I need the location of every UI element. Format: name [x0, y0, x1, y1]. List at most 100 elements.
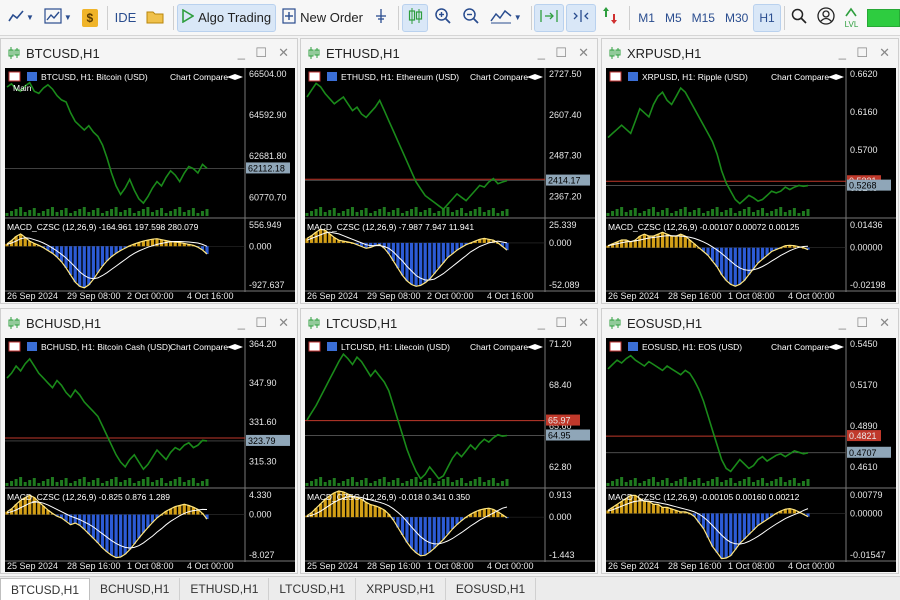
chart-window-titlebar[interactable]: ETHUSD,H1 _ ☐ ✕	[301, 39, 597, 67]
macd-histogram-bar	[378, 507, 382, 518]
chart-compare-label[interactable]: Chart Compare	[470, 342, 528, 352]
close-icon[interactable]: ✕	[578, 315, 589, 331]
line-chart-button[interactable]: ▼	[4, 4, 38, 32]
timeframe-m15[interactable]: M15	[687, 4, 720, 32]
chart-compare-label[interactable]: Chart Compare	[771, 72, 829, 82]
volume-bar	[128, 208, 132, 216]
maximize-icon[interactable]: ☐	[555, 45, 567, 61]
minimize-icon[interactable]: _	[538, 315, 545, 330]
close-icon[interactable]: ✕	[879, 315, 890, 331]
volume-bar	[487, 210, 491, 216]
price-tick-label: 347.90	[249, 378, 277, 388]
chart-compare-label[interactable]: Chart Compare	[470, 72, 528, 82]
chart-compare-label[interactable]: Chart Compare	[170, 342, 228, 352]
new-order-button[interactable]: New Order	[278, 4, 367, 32]
maximize-icon[interactable]: ☐	[555, 315, 567, 331]
bottom-tab-ltcusd[interactable]: LTCUSD,H1	[269, 578, 357, 600]
bottom-tab-bchusd[interactable]: BCHUSD,H1	[90, 578, 181, 600]
volume-bar	[446, 207, 450, 216]
minimize-icon[interactable]: _	[238, 315, 245, 330]
price-tick-label: 71.20	[549, 339, 572, 349]
chart-window-titlebar[interactable]: LTCUSD,H1 _ ☐ ✕	[301, 309, 597, 337]
chart-window-titlebar[interactable]: XRPUSD,H1 _ ☐ ✕	[602, 39, 898, 67]
chart-window-titlebar[interactable]: BCHUSD,H1 _ ☐ ✕	[1, 309, 297, 337]
price-chart[interactable]: 0.5450 0.5170 0.4890 0.4610 0.4821 0.4707 EOSU…	[606, 338, 896, 572]
symbol-icon	[27, 72, 37, 81]
macd-legend: MACD_CZSC (12,26,9) -7.987 7.947 11.941	[307, 222, 474, 232]
chart-compare-label[interactable]: Chart Compare	[170, 72, 228, 82]
chart-window[interactable]: LTCUSD,H1 _ ☐ ✕ 71.20 68.40 65.60 62.80 65.97 64.…	[300, 308, 598, 574]
close-icon[interactable]: ✕	[278, 45, 289, 61]
symbol-icon	[327, 342, 337, 351]
volume-bar	[500, 211, 504, 216]
timeframe-m5[interactable]: M5	[660, 4, 687, 32]
macd-tick-label: -927.637	[249, 280, 285, 290]
close-icon[interactable]: ✕	[879, 45, 890, 61]
macd-line	[6, 233, 208, 289]
bottom-tab-eosusd[interactable]: EOSUSD,H1	[446, 578, 537, 600]
macd-histogram-bar	[423, 242, 427, 283]
price-chart[interactable]: 0.66200.61600.57000.52400.53210.5268XRPU…	[606, 68, 896, 302]
close-icon[interactable]: ✕	[278, 315, 289, 331]
indicators-button[interactable]: ▼	[40, 4, 76, 32]
chart-compare-label[interactable]: Chart Compare	[771, 342, 829, 352]
timeframe-m1[interactable]: M1	[633, 4, 660, 32]
macd-histogram-bar	[482, 508, 486, 518]
volume-bar	[679, 479, 683, 486]
chart-window[interactable]: ETHUSD,H1 _ ☐ ✕ 2727.50 2607.40 2487.30 2367.20…	[300, 38, 598, 304]
maximize-icon[interactable]: ☐	[255, 45, 267, 61]
volume-bar	[305, 213, 309, 216]
bottom-tab-btcusd[interactable]: BTCUSD,H1	[0, 578, 91, 600]
price-chart[interactable]: 2727.50 2607.40 2487.30 2367.20 2414.17 ETHUS…	[305, 68, 595, 302]
maximize-icon[interactable]: ☐	[856, 45, 868, 61]
indicator-menu-button[interactable]: ▼	[486, 4, 526, 32]
chart-window[interactable]: EOSUSD,H1 _ ☐ ✕ 0.5450 0.5170 0.4890 0.4610 0.48…	[601, 308, 899, 574]
depth-button[interactable]	[369, 4, 393, 32]
volume-bar	[724, 210, 728, 216]
chart-window-titlebar[interactable]: BTCUSD,H1 _ ☐ ✕	[1, 39, 297, 67]
timeframe-m30[interactable]: M30	[720, 4, 753, 32]
level-button[interactable]: LVL	[841, 4, 861, 32]
maximize-icon[interactable]: ☐	[255, 315, 267, 331]
chart-window-titlebar[interactable]: EOSUSD,H1 _ ☐ ✕	[602, 309, 898, 337]
volume-bar	[60, 480, 64, 486]
minimize-icon[interactable]: _	[538, 45, 545, 60]
account-button[interactable]	[813, 4, 839, 32]
volume-bar	[400, 483, 404, 486]
volume-bar	[332, 208, 336, 216]
price-chart[interactable]: 364.20 347.90 331.60 315.30 323.79 BCHUSD, H1…	[5, 338, 295, 572]
volume-bar	[783, 482, 787, 486]
chart-window-title: EOSUSD,H1	[627, 315, 703, 331]
timeframe-h1[interactable]: H1	[753, 3, 781, 32]
one-click-trading-button[interactable]	[598, 4, 624, 32]
bottom-tab-xrpusd[interactable]: XRPUSD,H1	[356, 578, 446, 600]
algo-trading-button[interactable]: Algo Trading	[177, 3, 277, 32]
volume-bar	[473, 479, 477, 486]
bar-chart-button[interactable]	[401, 3, 428, 32]
chevron-down-icon: ▼	[63, 13, 72, 22]
ide-button[interactable]: IDE	[111, 4, 141, 32]
open-folder-button[interactable]	[142, 4, 168, 32]
trading-button[interactable]: $	[78, 4, 102, 32]
macd-histogram-bar	[141, 514, 145, 533]
macd-histogram-bar	[620, 239, 624, 248]
minimize-icon[interactable]: _	[238, 45, 245, 60]
price-chart[interactable]: 66504.00 64592.90 62681.80 60770.70 62112.18…	[5, 68, 295, 302]
zoom-in-button[interactable]	[430, 4, 456, 32]
close-icon[interactable]: ✕	[578, 45, 589, 61]
chart-window[interactable]: BCHUSD,H1 _ ☐ ✕ 364.20 347.90 331.60 315.30 323.…	[0, 308, 298, 574]
minimize-icon[interactable]: _	[839, 45, 846, 60]
bottom-tab-ethusd[interactable]: ETHUSD,H1	[180, 578, 270, 600]
search-button[interactable]	[787, 4, 811, 32]
minimize-icon[interactable]: _	[839, 315, 846, 330]
auto-scroll-button[interactable]	[534, 3, 565, 32]
volume-bar	[55, 482, 59, 486]
chart-window[interactable]: BTCUSD,H1 _ ☐ ✕ 66504.00 64592.90 62681.80 6077…	[0, 38, 298, 304]
maximize-icon[interactable]: ☐	[856, 315, 868, 331]
macd-histogram-bar	[751, 513, 756, 530]
volume-bar	[738, 211, 742, 216]
price-chart[interactable]: 71.20 68.40 65.60 62.80 65.97 64.95 LTCUSD, H1…	[305, 338, 595, 572]
chart-window[interactable]: XRPUSD,H1_☐✕0.66200.61600.57000.52400.53…	[601, 38, 899, 304]
chart-shift-button[interactable]	[566, 3, 597, 32]
zoom-out-button[interactable]	[458, 4, 484, 32]
